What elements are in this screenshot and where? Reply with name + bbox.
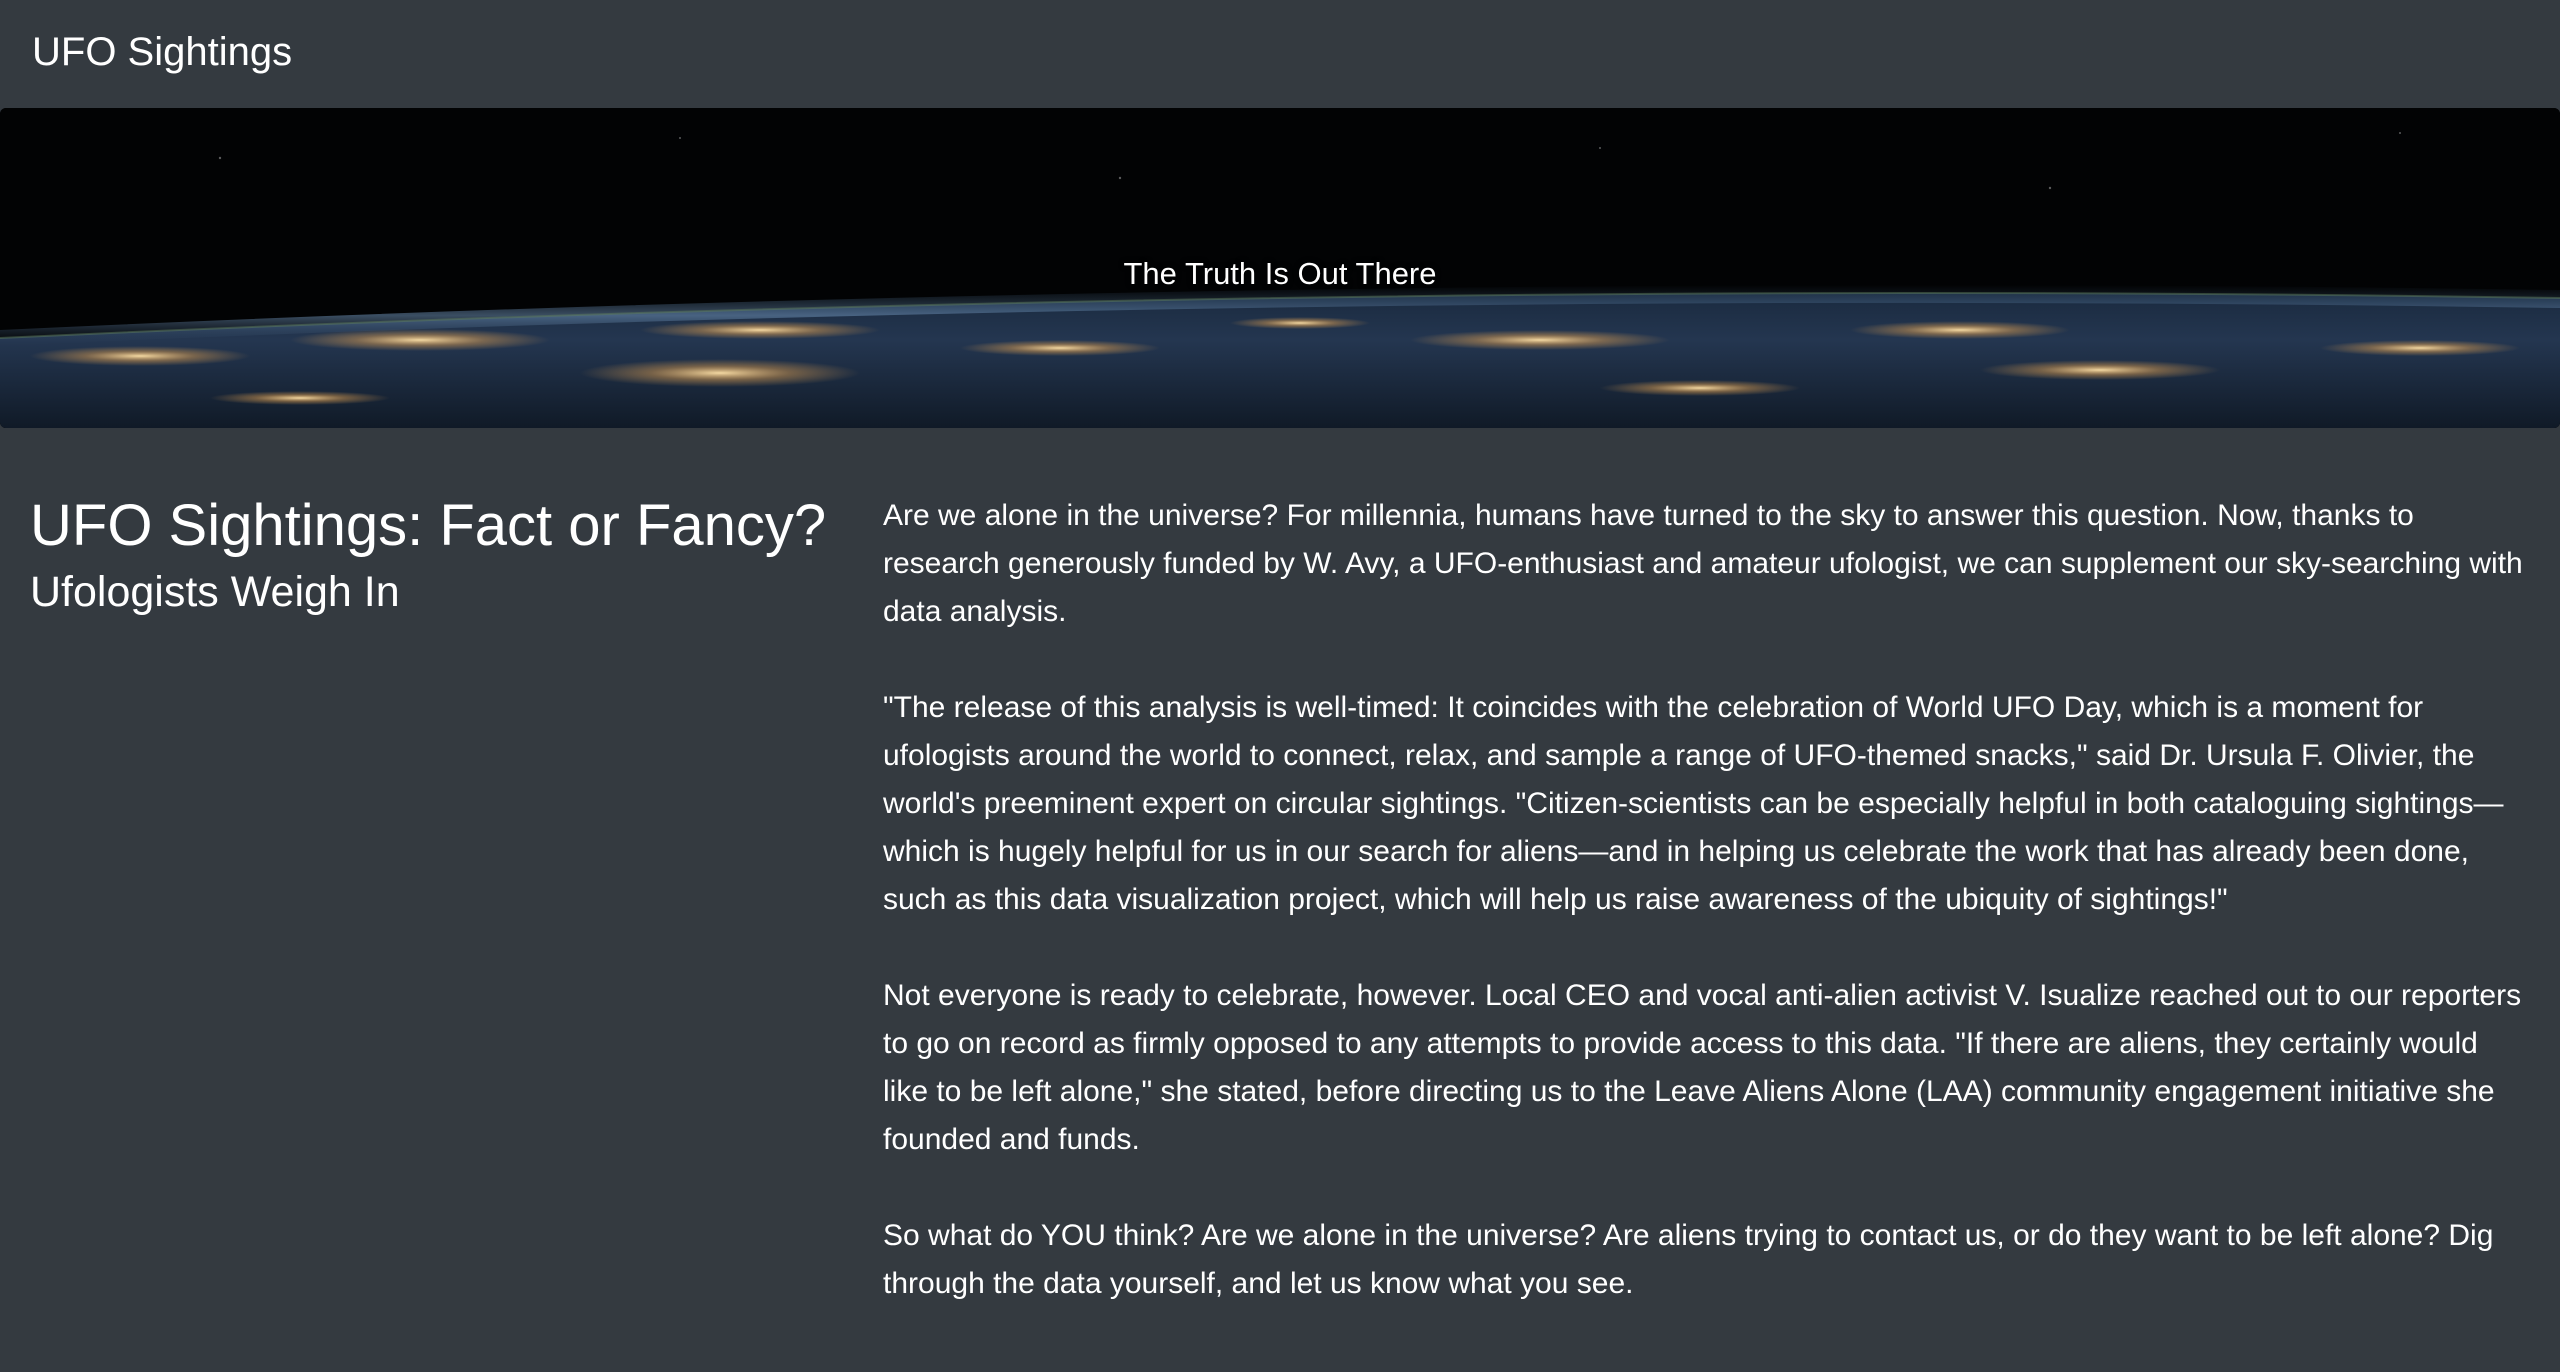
article-paragraph: Not everyone is ready to celebrate, howe… [883, 979, 2522, 1156]
article-paragraph: "The release of this analysis is well-ti… [883, 691, 2504, 916]
article-heading: UFO Sightings: Fact or Fancy? Ufologists… [30, 488, 850, 620]
navbar: UFO Sightings [0, 0, 2560, 108]
hero-banner: The Truth Is Out There [0, 108, 2560, 428]
page-title: UFO Sightings: Fact or Fancy? [30, 493, 827, 558]
page-subtitle: Ufologists Weigh In [30, 568, 400, 616]
navbar-brand-link[interactable]: UFO Sightings [32, 26, 292, 78]
hero-tagline: The Truth Is Out There [1123, 256, 1437, 291]
article-body: Are we alone in the universe? For millen… [883, 492, 2528, 1356]
article-paragraph: So what do YOU think? Are we alone in th… [883, 1219, 2494, 1300]
article-paragraph: Are we alone in the universe? For millen… [883, 499, 2523, 628]
